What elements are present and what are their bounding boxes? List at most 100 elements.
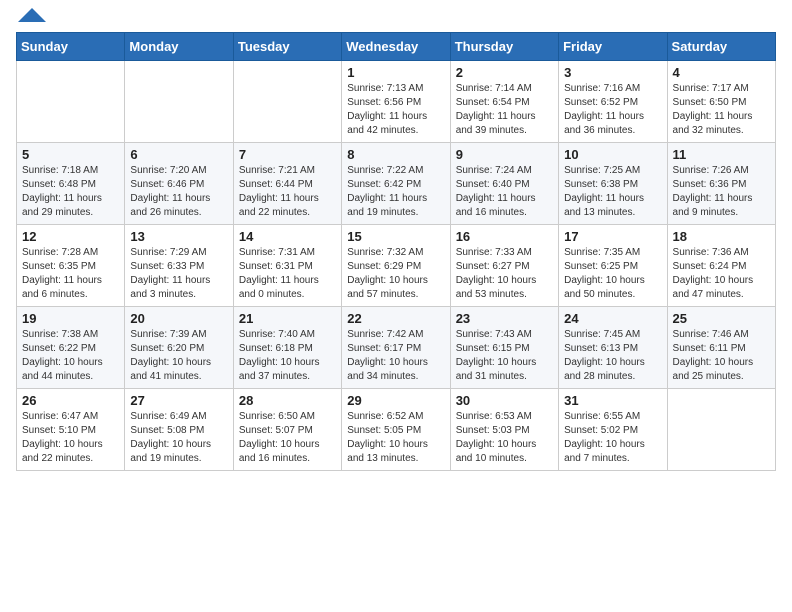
calendar-week-5: 26 Sunrise: 6:47 AMSunset: 5:10 PMDayligh… <box>17 389 776 471</box>
day-number: 15 <box>347 229 444 244</box>
day-info: Sunrise: 7:21 AMSunset: 6:44 PMDaylight:… <box>239 164 336 220</box>
calendar-cell: 21 Sunrise: 7:40 AMSunset: 6:18 PMDayligh… <box>233 307 341 389</box>
day-info: Sunrise: 7:16 AMSunset: 6:52 PMDaylight:… <box>564 82 661 138</box>
day-info: Sunrise: 7:20 AMSunset: 6:46 PMDaylight:… <box>130 164 227 220</box>
day-info: Sunrise: 7:46 AMSunset: 6:11 PMDaylight:… <box>673 328 770 384</box>
calendar-table: SundayMondayTuesdayWednesdayThursdayFrid… <box>16 32 776 471</box>
day-info: Sunrise: 7:13 AMSunset: 6:56 PMDaylight:… <box>347 82 444 138</box>
weekday-monday: Monday <box>125 33 233 61</box>
day-number: 9 <box>456 147 553 162</box>
day-info: Sunrise: 7:33 AMSunset: 6:27 PMDaylight:… <box>456 246 553 302</box>
calendar-cell <box>667 389 775 471</box>
day-number: 29 <box>347 393 444 408</box>
day-number: 7 <box>239 147 336 162</box>
day-info: Sunrise: 7:42 AMSunset: 6:17 PMDaylight:… <box>347 328 444 384</box>
calendar-week-1: 1 Sunrise: 7:13 AMSunset: 6:56 PMDaylight… <box>17 61 776 143</box>
day-info: Sunrise: 7:39 AMSunset: 6:20 PMDaylight:… <box>130 328 227 384</box>
calendar-cell: 5 Sunrise: 7:18 AMSunset: 6:48 PMDaylight… <box>17 143 125 225</box>
day-info: Sunrise: 7:29 AMSunset: 6:33 PMDaylight:… <box>130 246 227 302</box>
day-number: 30 <box>456 393 553 408</box>
day-info: Sunrise: 7:43 AMSunset: 6:15 PMDaylight:… <box>456 328 553 384</box>
day-number: 5 <box>22 147 119 162</box>
day-number: 12 <box>22 229 119 244</box>
calendar-cell: 31Sunrise: 6:55 AMSunset: 5:02 PMDayligh… <box>559 389 667 471</box>
day-info: Sunrise: 7:26 AMSunset: 6:36 PMDaylight:… <box>673 164 770 220</box>
calendar-cell: 23Sunrise: 7:43 AMSunset: 6:15 PMDayligh… <box>450 307 558 389</box>
day-info: Sunrise: 7:24 AMSunset: 6:40 PMDaylight:… <box>456 164 553 220</box>
calendar-cell <box>125 61 233 143</box>
day-info: Sunrise: 7:45 AMSunset: 6:13 PMDaylight:… <box>564 328 661 384</box>
calendar-cell: 2 Sunrise: 7:14 AMSunset: 6:54 PMDaylight… <box>450 61 558 143</box>
day-info: Sunrise: 6:49 AMSunset: 5:08 PMDaylight:… <box>130 410 227 466</box>
calendar-cell: 30 Sunrise: 6:53 AMSunset: 5:03 PMDayligh… <box>450 389 558 471</box>
calendar-week-3: 12 Sunrise: 7:28 AMSunset: 6:35 PMDayligh… <box>17 225 776 307</box>
calendar-week-2: 5 Sunrise: 7:18 AMSunset: 6:48 PMDaylight… <box>17 143 776 225</box>
day-number: 11 <box>673 147 770 162</box>
day-number: 20 <box>130 311 227 326</box>
day-info: Sunrise: 7:40 AMSunset: 6:18 PMDaylight:… <box>239 328 336 384</box>
day-number: 26 <box>22 393 119 408</box>
day-number: 17 <box>564 229 661 244</box>
day-number: 24 <box>564 311 661 326</box>
day-number: 14 <box>239 229 336 244</box>
day-number: 22 <box>347 311 444 326</box>
day-info: Sunrise: 7:36 AMSunset: 6:24 PMDaylight:… <box>673 246 770 302</box>
calendar-cell: 6 Sunrise: 7:20 AMSunset: 6:46 PMDaylight… <box>125 143 233 225</box>
day-number: 16 <box>456 229 553 244</box>
day-info: Sunrise: 7:14 AMSunset: 6:54 PMDaylight:… <box>456 82 553 138</box>
day-number: 21 <box>239 311 336 326</box>
calendar-cell: 14 Sunrise: 7:31 AMSunset: 6:31 PMDayligh… <box>233 225 341 307</box>
calendar-cell: 9 Sunrise: 7:24 AMSunset: 6:40 PMDaylight… <box>450 143 558 225</box>
calendar-cell: 11 Sunrise: 7:26 AMSunset: 6:36 PMDayligh… <box>667 143 775 225</box>
calendar-cell <box>233 61 341 143</box>
calendar-cell: 19Sunrise: 7:38 AMSunset: 6:22 PMDayligh… <box>17 307 125 389</box>
day-info: Sunrise: 6:47 AMSunset: 5:10 PMDaylight:… <box>22 410 119 466</box>
day-info: Sunrise: 6:50 AMSunset: 5:07 PMDaylight:… <box>239 410 336 466</box>
calendar-cell: 15Sunrise: 7:32 AMSunset: 6:29 PMDayligh… <box>342 225 450 307</box>
day-info: Sunrise: 7:22 AMSunset: 6:42 PMDaylight:… <box>347 164 444 220</box>
calendar-cell: 18 Sunrise: 7:36 AMSunset: 6:24 PMDayligh… <box>667 225 775 307</box>
weekday-thursday: Thursday <box>450 33 558 61</box>
day-info: Sunrise: 7:18 AMSunset: 6:48 PMDaylight:… <box>22 164 119 220</box>
page-header <box>16 16 776 22</box>
calendar-cell: 4Sunrise: 7:17 AMSunset: 6:50 PMDaylight… <box>667 61 775 143</box>
weekday-sunday: Sunday <box>17 33 125 61</box>
calendar-body: 1 Sunrise: 7:13 AMSunset: 6:56 PMDaylight… <box>17 61 776 471</box>
calendar-cell: 28 Sunrise: 6:50 AMSunset: 5:07 PMDayligh… <box>233 389 341 471</box>
calendar-cell: 13Sunrise: 7:29 AMSunset: 6:33 PMDayligh… <box>125 225 233 307</box>
weekday-friday: Friday <box>559 33 667 61</box>
logo-arrow-icon <box>18 8 46 22</box>
calendar-cell: 3 Sunrise: 7:16 AMSunset: 6:52 PMDaylight… <box>559 61 667 143</box>
day-number: 6 <box>130 147 227 162</box>
calendar-cell: 16 Sunrise: 7:33 AMSunset: 6:27 PMDayligh… <box>450 225 558 307</box>
day-number: 25 <box>673 311 770 326</box>
day-number: 27 <box>130 393 227 408</box>
day-number: 8 <box>347 147 444 162</box>
calendar-week-4: 19Sunrise: 7:38 AMSunset: 6:22 PMDayligh… <box>17 307 776 389</box>
day-number: 18 <box>673 229 770 244</box>
day-number: 10 <box>564 147 661 162</box>
day-info: Sunrise: 6:53 AMSunset: 5:03 PMDaylight:… <box>456 410 553 466</box>
day-info: Sunrise: 7:25 AMSunset: 6:38 PMDaylight:… <box>564 164 661 220</box>
day-info: Sunrise: 7:31 AMSunset: 6:31 PMDaylight:… <box>239 246 336 302</box>
calendar-cell: 7 Sunrise: 7:21 AMSunset: 6:44 PMDaylight… <box>233 143 341 225</box>
calendar-cell: 12 Sunrise: 7:28 AMSunset: 6:35 PMDayligh… <box>17 225 125 307</box>
day-number: 3 <box>564 65 661 80</box>
day-number: 1 <box>347 65 444 80</box>
day-number: 2 <box>456 65 553 80</box>
calendar-cell: 10 Sunrise: 7:25 AMSunset: 6:38 PMDayligh… <box>559 143 667 225</box>
calendar-cell: 17 Sunrise: 7:35 AMSunset: 6:25 PMDayligh… <box>559 225 667 307</box>
calendar-cell: 1 Sunrise: 7:13 AMSunset: 6:56 PMDaylight… <box>342 61 450 143</box>
day-info: Sunrise: 6:52 AMSunset: 5:05 PMDaylight:… <box>347 410 444 466</box>
calendar-cell: 29 Sunrise: 6:52 AMSunset: 5:05 PMDayligh… <box>342 389 450 471</box>
logo <box>16 16 46 22</box>
day-info: Sunrise: 7:35 AMSunset: 6:25 PMDaylight:… <box>564 246 661 302</box>
calendar-cell: 22 Sunrise: 7:42 AMSunset: 6:17 PMDayligh… <box>342 307 450 389</box>
day-number: 28 <box>239 393 336 408</box>
calendar-cell: 26 Sunrise: 6:47 AMSunset: 5:10 PMDayligh… <box>17 389 125 471</box>
weekday-tuesday: Tuesday <box>233 33 341 61</box>
day-number: 19 <box>22 311 119 326</box>
calendar-cell: 24 Sunrise: 7:45 AMSunset: 6:13 PMDayligh… <box>559 307 667 389</box>
day-number: 31 <box>564 393 661 408</box>
day-info: Sunrise: 7:28 AMSunset: 6:35 PMDaylight:… <box>22 246 119 302</box>
